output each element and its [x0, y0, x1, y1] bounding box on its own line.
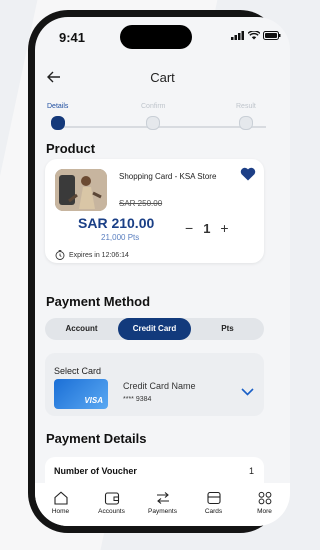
step-dot [238, 116, 253, 130]
card-icon [206, 491, 221, 505]
wifi-icon [248, 31, 260, 40]
signal-icon [231, 31, 244, 40]
payment-method-tabs: Account Credit Card Pts [45, 318, 264, 340]
progress-stepper: Details Confirm Result [35, 99, 290, 139]
card-number: **** 9384 [123, 396, 152, 403]
tab-label: Payments [148, 508, 177, 515]
expiry-text: Expires in 12:06:14 [69, 251, 129, 259]
status-bar: 9:41 [35, 17, 290, 57]
step-label: Details [47, 103, 69, 110]
select-card-label: Select Card [54, 366, 102, 376]
card-selector[interactable]: Select Card VISA Credit Card Name **** 9… [45, 353, 264, 416]
visa-card-image: VISA [54, 379, 108, 409]
tab-label: More [257, 508, 272, 515]
quantity-stepper: − 1 + [185, 220, 229, 236]
voucher-label: Number of Voucher [54, 466, 137, 476]
chevron-down-icon[interactable] [241, 383, 254, 401]
section-title-payment-method: Payment Method [46, 294, 151, 309]
increase-button[interactable]: + [220, 220, 228, 236]
quantity-value: 1 [203, 220, 211, 236]
step-label: Result [236, 103, 256, 110]
tab-account[interactable]: Account [45, 318, 118, 340]
product-points: 21,000 Pts [101, 233, 140, 242]
favorite-heart-icon[interactable] [240, 167, 256, 186]
old-price: SAR 250.00 [119, 199, 163, 208]
status-time: 9:41 [59, 30, 86, 45]
timer-icon [55, 250, 65, 260]
phone-frame: 9:41 Cart Details Confirm Result Product… [28, 10, 290, 533]
section-title-payment-details: Payment Details [46, 431, 147, 446]
product-price: SAR 210.00 [78, 215, 155, 231]
decrease-button[interactable]: − [185, 220, 193, 236]
product-card: Shopping Card - KSA Store SAR 250.00 SAR… [45, 159, 264, 263]
step-dot [146, 116, 161, 130]
voucher-value: 1 [248, 466, 254, 476]
step-dot [50, 116, 65, 130]
tab-label: Accounts [98, 508, 125, 515]
page-title: Cart [150, 70, 175, 85]
step-confirm: Confirm [141, 103, 166, 130]
tab-more[interactable]: More [239, 483, 290, 526]
tab-payments[interactable]: Payments [137, 483, 188, 526]
section-title-product: Product [46, 141, 96, 156]
product-name: Shopping Card - KSA Store [119, 172, 217, 181]
tab-label: Home [51, 508, 70, 515]
bottom-tab-bar: Home Accounts Payments Cards More [35, 483, 290, 526]
grid-icon [258, 491, 271, 505]
tab-pts[interactable]: Pts [191, 318, 264, 340]
status-icons [231, 31, 281, 40]
tab-label: Cards [204, 508, 223, 515]
card-name: Credit Card Name [123, 381, 196, 391]
wallet-icon [104, 492, 119, 505]
transfer-icon [156, 492, 169, 504]
nav-bar: Cart [35, 57, 290, 97]
expiry-timer: Expires in 12:06:14 [55, 250, 129, 260]
voucher-row: Number of Voucher 1 [45, 457, 264, 483]
home-icon [53, 491, 68, 505]
card-brand: VISA [84, 396, 103, 405]
product-image [55, 169, 107, 211]
dynamic-island [120, 25, 192, 49]
tab-accounts[interactable]: Accounts [86, 483, 137, 526]
step-label: Confirm [141, 103, 166, 110]
step-details: Details [47, 103, 68, 130]
tab-cards[interactable]: Cards [188, 483, 239, 526]
step-result: Result [236, 103, 256, 130]
tab-home[interactable]: Home [35, 483, 86, 526]
screen: 9:41 Cart Details Confirm Result Product… [35, 17, 290, 526]
battery-icon [263, 31, 281, 40]
tab-credit-card[interactable]: Credit Card [118, 318, 191, 340]
